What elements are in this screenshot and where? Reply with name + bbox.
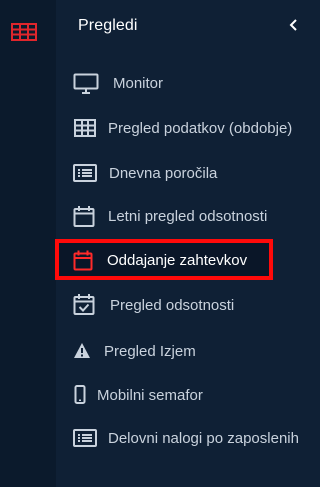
- monitor-icon: [73, 73, 99, 94]
- menu-item-monitor[interactable]: Monitor: [62, 73, 316, 95]
- menu-item-oddajanje-zahtevkov[interactable]: Oddajanje zahtevkov: [55, 239, 273, 280]
- icon-rail: [0, 0, 56, 487]
- table-icon: [74, 119, 96, 137]
- warning-icon: [74, 343, 90, 358]
- menu-item-dnevna-porocila[interactable]: Dnevna poročila: [62, 163, 316, 185]
- menu-item-label: Mobilni semafor: [97, 387, 203, 404]
- menu-item-letni-pregled[interactable]: Letni pregled odsotnosti: [62, 205, 316, 229]
- calendar-icon: [73, 206, 95, 227]
- menu-item-label: Letni pregled odsotnosti: [108, 208, 268, 225]
- menu-item-label: Pregled podatkov (obdobje): [108, 120, 293, 137]
- menu-item-label: Oddajanje zahtevkov: [107, 252, 248, 269]
- section-title: Pregledi: [78, 17, 138, 34]
- mobile-icon: [74, 385, 86, 404]
- menu-item-delovni-nalogi[interactable]: Delovni nalogi po zaposlenih: [62, 428, 316, 472]
- menu-item-label: Pregled odsotnosti: [110, 297, 235, 314]
- menu-item-label: Monitor: [113, 75, 164, 92]
- table-grid-icon[interactable]: [11, 23, 37, 41]
- menu-item-pregled-odsotnosti[interactable]: Pregled odsotnosti: [62, 293, 316, 317]
- menu-item-label: Delovni nalogi po zaposlenih: [108, 430, 299, 447]
- calendar-icon: [73, 250, 93, 271]
- sidebar-panel: Pregledi Monitor Pregled podatkov (obdob…: [0, 0, 319, 487]
- menu-item-pregled-izjem[interactable]: Pregled Izjem: [62, 341, 316, 363]
- menu-item-mobilni-semafor[interactable]: Mobilni semafor: [62, 384, 316, 406]
- menu-item-label: Pregled Izjem: [104, 343, 196, 360]
- chevron-left-icon[interactable]: [286, 16, 302, 34]
- calendar-check-icon: [73, 294, 95, 315]
- list-icon: [73, 164, 97, 182]
- menu-item-label: Dnevna poročila: [109, 165, 218, 182]
- menu-item-pregled-podatkov[interactable]: Pregled podatkov (obdobje): [62, 118, 316, 140]
